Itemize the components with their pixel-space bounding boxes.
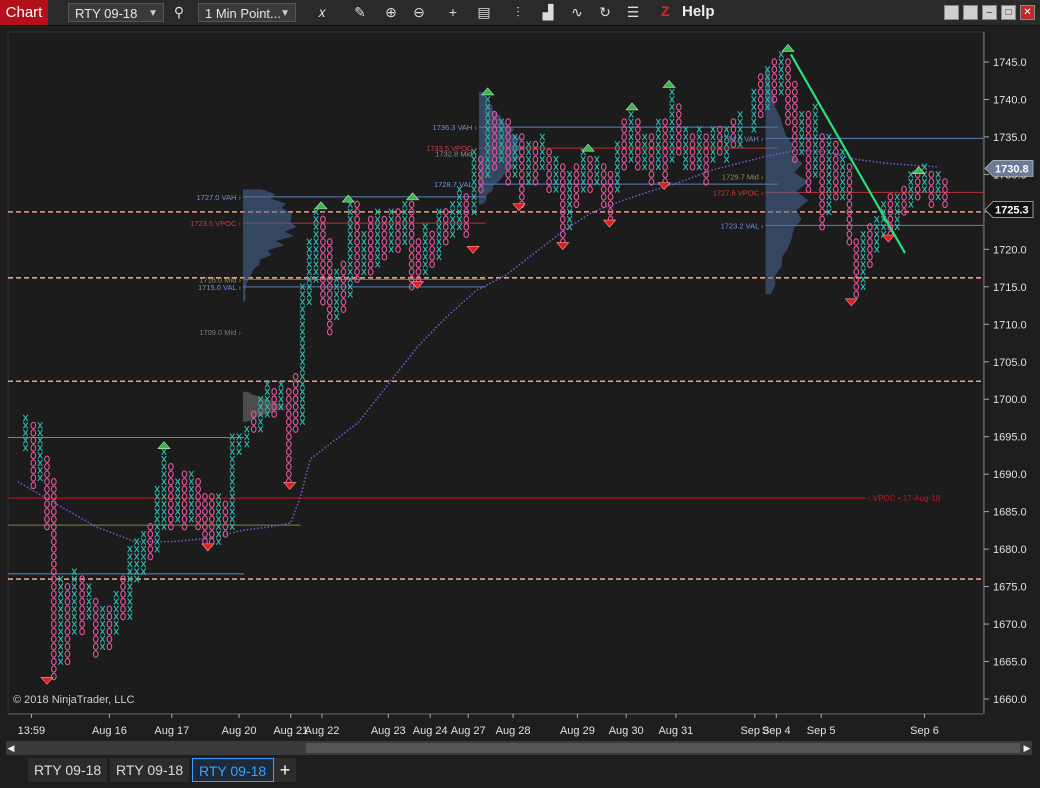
x-tick-label: Aug 16 bbox=[92, 725, 127, 737]
profile-label-5: 1709.0 Mid › bbox=[199, 328, 241, 337]
x-tick-label: Aug 28 bbox=[496, 725, 531, 737]
profile-label-2: 1723.5 VPOC › bbox=[190, 219, 241, 228]
y-tick-label: 1705.0 bbox=[993, 357, 1027, 369]
add-tab-button[interactable]: + bbox=[274, 758, 296, 782]
x-tick-label: Sep 4 bbox=[762, 725, 791, 737]
data-box-icon[interactable]: ▤ bbox=[474, 3, 494, 22]
profile-label-9: 1728.7 VAL › bbox=[434, 180, 477, 189]
y-tick-label: 1665.0 bbox=[993, 657, 1027, 669]
x-tick-label: Sep 6 bbox=[910, 725, 939, 737]
tab-2[interactable]: RTY 09-18 bbox=[110, 758, 190, 782]
toolbar: Chart RTY 09-18 ▼ ⚲ 1 Min Point... ▼ 𝑥 ✎… bbox=[0, 0, 1040, 26]
interval-value: 1 Min Point... bbox=[205, 6, 281, 21]
minimize-button[interactable]: – bbox=[982, 5, 997, 20]
y-tick-label: 1690.0 bbox=[993, 469, 1027, 481]
x-tick-label: Aug 24 bbox=[413, 725, 448, 737]
y-tick-label: 1670.0 bbox=[993, 619, 1027, 631]
zoom-out-icon[interactable]: ⊖ bbox=[409, 3, 429, 22]
profile-label-12: 1727.6 VPOC › bbox=[713, 188, 764, 197]
x-tick-label: Sep 5 bbox=[807, 725, 836, 737]
scroll-thumb[interactable] bbox=[306, 743, 1020, 753]
profile-label-4: 1715.0 VAL › bbox=[198, 283, 241, 292]
maximize-button[interactable]: □ bbox=[1001, 5, 1016, 20]
horizontal-scrollbar[interactable]: ◀ ▶ bbox=[6, 741, 1032, 755]
y-tick-label: 1680.0 bbox=[993, 544, 1027, 556]
pnf-chart[interactable]: ‹ VPOC • 17-Aug-18 1727.0 VAH › 1723.5 VPO… bbox=[0, 26, 1040, 740]
drawing-tools-icon[interactable]: ∿ bbox=[567, 3, 587, 22]
x-tick-label: 13:59 bbox=[18, 725, 46, 737]
properties-icon[interactable]: ☰ bbox=[623, 3, 643, 22]
y-tick-label: 1745.0 bbox=[993, 57, 1027, 69]
y-tick-label: 1700.0 bbox=[993, 394, 1027, 406]
crosshair-icon[interactable]: + bbox=[443, 3, 463, 22]
profile-label-13: 1723.2 VAL › bbox=[721, 221, 764, 230]
tab-bar: RTY 09-18 RTY 09-18 RTY 09-18 + bbox=[0, 755, 1040, 788]
y-tick-label: 1675.0 bbox=[993, 582, 1027, 594]
y-tick-label: 1660.0 bbox=[993, 694, 1027, 706]
y-tick-label: 1715.0 bbox=[993, 282, 1027, 294]
chart-menu-button[interactable]: Chart bbox=[0, 0, 48, 25]
profile-label-11: 1729.7 Mid › bbox=[722, 173, 764, 182]
x-tick-label: Aug 30 bbox=[609, 725, 644, 737]
bar-type-icon[interactable]: 𝑥 bbox=[312, 3, 332, 22]
zoom-in-icon[interactable]: ⊕ bbox=[381, 3, 401, 22]
y-tick-label: 1740.0 bbox=[993, 94, 1027, 106]
y-tick-label: 1685.0 bbox=[993, 507, 1027, 519]
price-marker-label: 1725.3 bbox=[995, 205, 1029, 217]
search-icon[interactable]: ⚲ bbox=[169, 3, 189, 22]
help-button[interactable]: Help bbox=[682, 3, 715, 20]
strategies-icon[interactable]: ▟ bbox=[538, 3, 558, 22]
chevron-down-icon: ▼ bbox=[280, 8, 290, 19]
scroll-left-icon[interactable]: ◀ bbox=[6, 741, 16, 755]
x-tick-label: Aug 22 bbox=[305, 725, 340, 737]
chevron-down-icon: ▼ bbox=[148, 8, 158, 19]
interval-selector[interactable]: 1 Min Point... ▼ bbox=[198, 3, 296, 22]
copyright-text: © 2018 NinjaTrader, LLC bbox=[13, 694, 134, 706]
price-marker-label: 1730.8 bbox=[995, 163, 1029, 175]
y-tick-label: 1695.0 bbox=[993, 432, 1027, 444]
x-tick-label: Aug 31 bbox=[658, 725, 693, 737]
y-tick-label: 1735.0 bbox=[993, 132, 1027, 144]
x-tick-label: Aug 23 bbox=[371, 725, 406, 737]
x-tick-label: Aug 29 bbox=[560, 725, 595, 737]
indicators-icon[interactable]: ⫶ bbox=[508, 3, 528, 22]
x-tick-label: Aug 20 bbox=[222, 725, 257, 737]
window-restore-button[interactable] bbox=[944, 5, 959, 20]
y-axis: 1745.01740.01735.01730.01725.01720.01715… bbox=[983, 32, 1034, 714]
instrument-value: RTY 09-18 bbox=[75, 6, 138, 21]
tab-1[interactable]: RTY 09-18 bbox=[28, 758, 108, 782]
y-tick-label: 1710.0 bbox=[993, 319, 1027, 331]
tab-3-active[interactable]: RTY 09-18 bbox=[192, 758, 274, 782]
scroll-right-icon[interactable]: ▶ bbox=[1022, 741, 1032, 755]
y-tick-label: 1720.0 bbox=[993, 244, 1027, 256]
profile-label-6: 1736.3 VAH › bbox=[432, 123, 477, 132]
close-button[interactable]: ✕ bbox=[1020, 5, 1035, 20]
vpoc-label: ‹ VPOC • 17-Aug-18 bbox=[868, 494, 941, 503]
x-tick-label: Aug 17 bbox=[154, 725, 189, 737]
x-axis: 13:59 Aug 16 Aug 17 Aug 20 Aug 21Aug 22 Aug 2… bbox=[8, 713, 983, 737]
pencil-icon[interactable]: ✎ bbox=[350, 3, 370, 22]
x-tick-label: Aug 27 bbox=[451, 725, 486, 737]
x-tick-label: Aug 21 bbox=[273, 725, 308, 737]
profile-label-1: 1727.0 VAH › bbox=[196, 193, 241, 202]
refresh-icon[interactable]: ↻ bbox=[595, 3, 615, 22]
profile-label-8: 1732.8 Mid › bbox=[435, 149, 477, 158]
help-logo-icon: Z bbox=[661, 3, 670, 19]
instrument-selector[interactable]: RTY 09-18 ▼ bbox=[68, 3, 164, 22]
window-settings-button[interactable] bbox=[963, 5, 978, 20]
